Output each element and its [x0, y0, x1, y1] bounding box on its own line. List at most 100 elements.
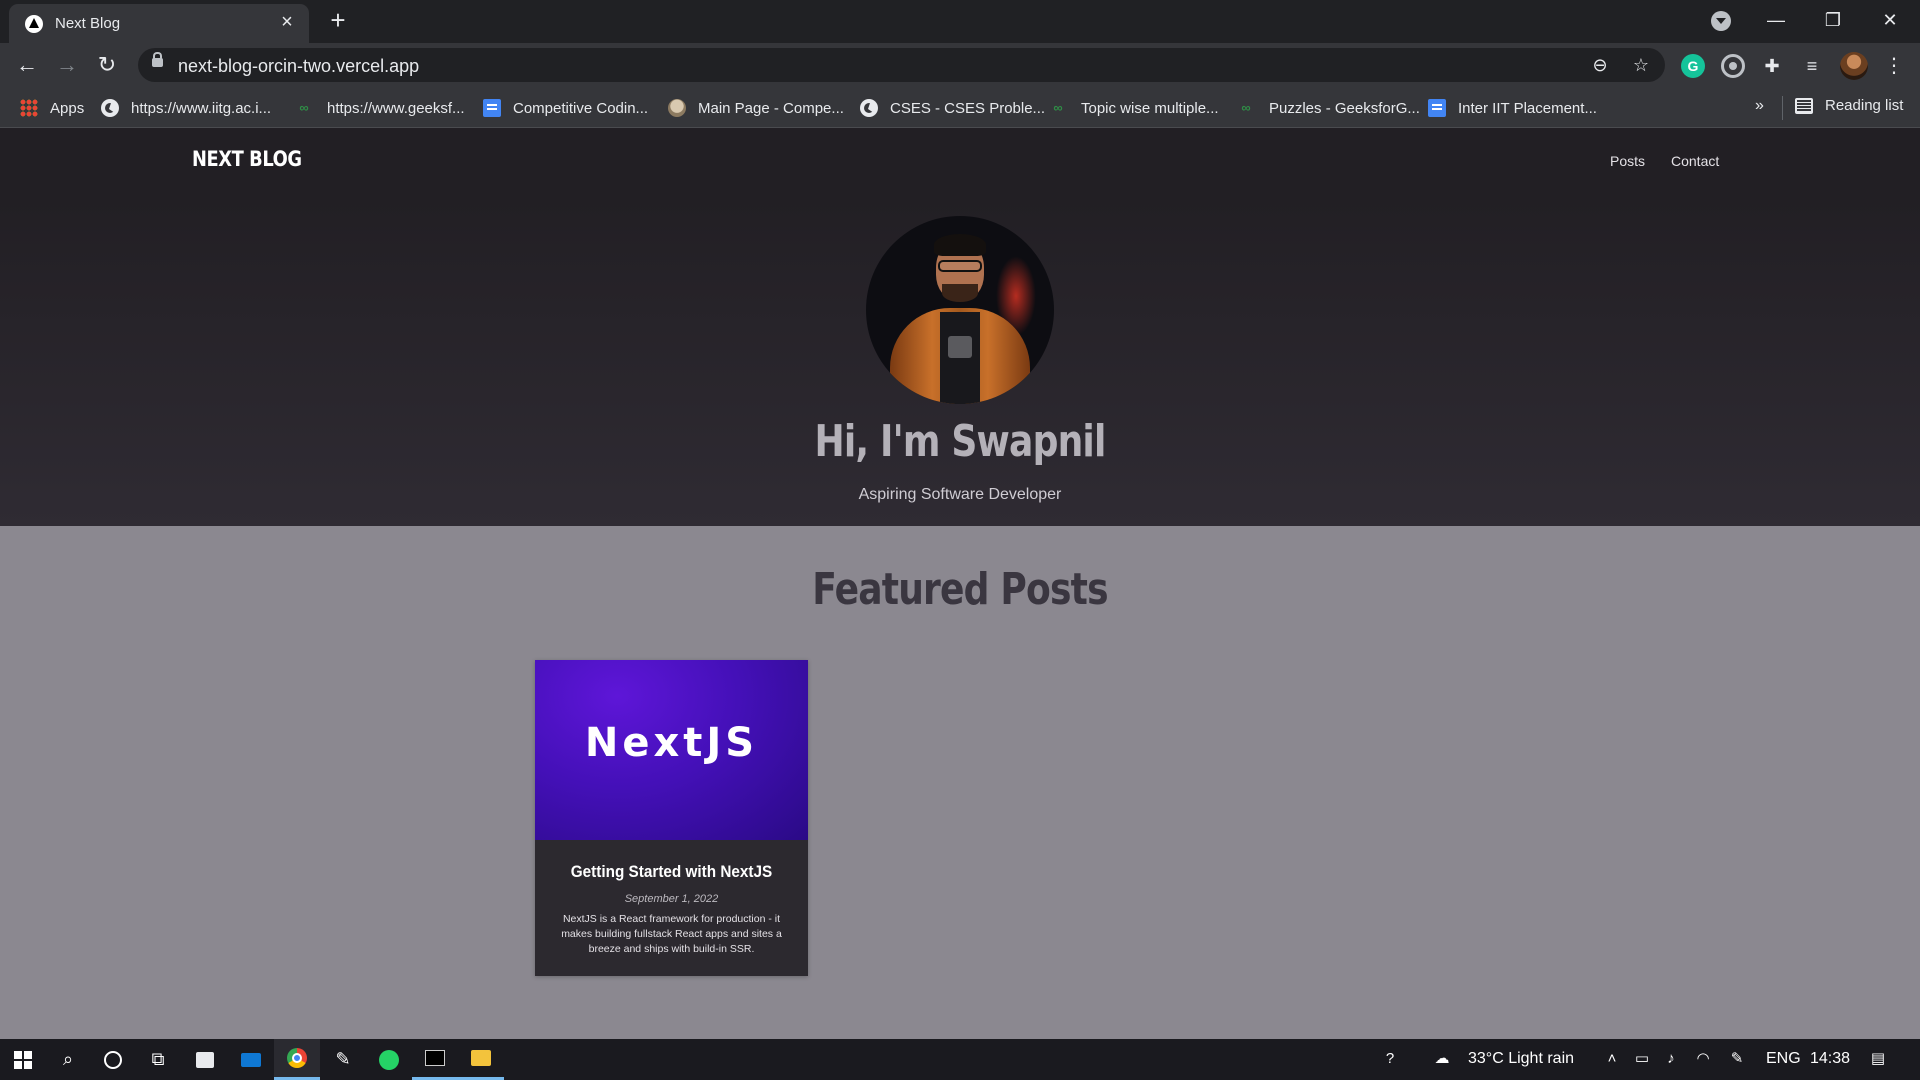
chrome-icon	[287, 1048, 307, 1068]
hero-subtitle: Aspiring Software Developer	[858, 486, 1062, 503]
task-view-button[interactable]: ⧉	[135, 1039, 181, 1080]
bookmark-puzzles[interactable]: ∞ Puzzles - GeeksforG...	[1235, 97, 1420, 119]
start-button[interactable]	[0, 1039, 46, 1080]
back-button[interactable]: ←	[13, 51, 41, 79]
search-button[interactable]: ⌕	[45, 1039, 91, 1080]
cortana-icon	[104, 1050, 122, 1069]
url-text[interactable]: next-blog-orcin-two.vercel.app	[178, 56, 419, 77]
bookmark-star-icon[interactable]: ☆	[1630, 54, 1652, 76]
nav-contact-link[interactable]: Contact	[1671, 153, 1719, 169]
apps-grid-icon	[20, 99, 38, 117]
bookmark-main-page[interactable]: Main Page - Compe...	[668, 97, 844, 119]
folder-icon	[471, 1050, 491, 1066]
language-indicator[interactable]: ENG	[1766, 1050, 1801, 1068]
post-card[interactable]: NextJS Getting Started with NextJS Septe…	[535, 660, 808, 976]
task-view-icon: ⧉	[151, 1049, 165, 1069]
browser-toolbar: ← → ↻ next-blog-orcin-two.vercel.app ⊖ ☆…	[0, 43, 1920, 88]
bookmark-apps[interactable]: Apps	[20, 97, 84, 119]
bookmark-label: https://www.iitg.ac.i...	[131, 99, 272, 117]
globe-icon	[860, 99, 878, 117]
post-card-title[interactable]: Getting Started with NextJS	[549, 862, 795, 882]
terminal-icon	[425, 1050, 445, 1066]
post-card-image[interactable]: NextJS	[535, 660, 808, 840]
volume-icon[interactable]: ♪	[1661, 1049, 1681, 1069]
taskbar-terminal[interactable]	[412, 1039, 458, 1080]
extensions-puzzle-icon[interactable]: ✚	[1760, 54, 1784, 78]
bookmarks-overflow-button[interactable]: »	[1755, 97, 1764, 115]
tab-close-icon[interactable]: ×	[277, 12, 297, 32]
bookmark-cses[interactable]: CSES - CSES Proble...	[860, 97, 1045, 119]
notifications-icon[interactable]: ▤	[1868, 1049, 1888, 1069]
address-bar[interactable]: next-blog-orcin-two.vercel.app ⊖ ☆	[138, 48, 1665, 82]
taskbar-whatsapp[interactable]	[366, 1039, 412, 1080]
chrome-menu-icon[interactable]: ⋮	[1884, 53, 1904, 79]
bookmark-topic-wise[interactable]: ∞ Topic wise multiple...	[1047, 97, 1219, 119]
nav-posts-link[interactable]: Posts	[1610, 153, 1645, 169]
featured-posts-heading: Featured Posts	[812, 564, 1108, 615]
doc-icon	[1428, 99, 1446, 117]
whatsapp-icon	[379, 1049, 399, 1070]
help-icon[interactable]: ?	[1380, 1049, 1400, 1069]
vercel-favicon-icon	[25, 15, 43, 33]
lock-icon[interactable]	[152, 52, 163, 67]
tab-search-icon[interactable]	[1711, 11, 1731, 31]
post-card-date: September 1, 2022	[624, 893, 719, 905]
bookmark-competitive-coding[interactable]: Competitive Codin...	[483, 97, 648, 119]
weather-cloud-icon[interactable]: ☁	[1432, 1049, 1452, 1069]
doc-icon	[483, 99, 501, 117]
bookmark-label: Puzzles - GeeksforG...	[1269, 99, 1420, 117]
bookmark-geeksforgeeks[interactable]: ∞ https://www.geeksf...	[293, 97, 465, 119]
bookmark-label: CSES - CSES Proble...	[890, 99, 1046, 117]
mail-icon	[241, 1052, 261, 1067]
bookmark-label: Topic wise multiple...	[1081, 99, 1219, 117]
post-card-excerpt: NextJS is a React framework for producti…	[561, 913, 782, 955]
close-window-button[interactable]: ✕	[1868, 4, 1912, 36]
photo-beard	[942, 284, 978, 302]
app-icon: ✎	[335, 1049, 351, 1069]
wiki-icon	[668, 99, 686, 117]
restore-button[interactable]: ❐	[1811, 4, 1855, 36]
reading-list-icon	[1795, 97, 1813, 114]
globe-icon	[101, 99, 119, 117]
zoom-icon[interactable]: ⊖	[1589, 54, 1611, 76]
bookmark-inter-iit[interactable]: Inter IIT Placement...	[1428, 97, 1597, 119]
new-tab-button[interactable]: +	[325, 7, 351, 34]
media-control-icon[interactable]: ≡	[1800, 54, 1824, 78]
taskbar-file-explorer[interactable]	[458, 1039, 504, 1080]
windows-logo-icon	[14, 1050, 32, 1069]
taskbar-app[interactable]: ✎	[320, 1039, 366, 1080]
profile-avatar[interactable]	[1840, 52, 1868, 80]
reload-button[interactable]: ↻	[93, 51, 121, 79]
browser-tabstrip: Next Blog × + — ❐ ✕	[0, 0, 1920, 43]
clock[interactable]: 14:38	[1810, 1050, 1850, 1068]
pen-icon[interactable]: ✎	[1727, 1049, 1747, 1069]
reading-list-button[interactable]: Reading list	[1795, 97, 1903, 114]
photo-glasses	[938, 260, 982, 272]
taskbar-chrome[interactable]	[274, 1039, 320, 1080]
show-hidden-icons-icon[interactable]: ˄	[1602, 1049, 1622, 1069]
extension-ring-icon[interactable]	[1721, 54, 1745, 78]
bookmark-label: https://www.geeksf...	[327, 99, 465, 117]
grammarly-extension-icon[interactable]: G	[1681, 54, 1705, 78]
reading-list-label: Reading list	[1825, 97, 1904, 114]
tab-title: Next Blog	[55, 15, 121, 32]
bookmark-iitg[interactable]: https://www.iitg.ac.i...	[101, 97, 271, 119]
weather-text[interactable]: 33°C Light rain	[1468, 1050, 1574, 1068]
bookmark-label: Main Page - Compe...	[698, 99, 844, 117]
taskbar-mail[interactable]	[228, 1039, 274, 1080]
taskbar-store[interactable]	[182, 1039, 228, 1080]
gfg-icon: ∞	[1241, 100, 1251, 115]
bookmark-label: Inter IIT Placement...	[1458, 99, 1597, 117]
store-icon	[196, 1051, 214, 1068]
bookmark-label: Apps	[50, 99, 85, 117]
cortana-button[interactable]	[90, 1039, 136, 1080]
minimize-button[interactable]: —	[1754, 4, 1798, 36]
browser-tab-active[interactable]: Next Blog ×	[9, 4, 309, 43]
forward-button[interactable]: →	[53, 51, 81, 79]
site-header: NEXT BLOG Posts Contact	[0, 128, 1920, 198]
wifi-icon[interactable]: ◠	[1693, 1049, 1713, 1069]
bookmark-label: Competitive Codin...	[513, 99, 649, 117]
gfg-icon: ∞	[1053, 100, 1063, 115]
battery-icon[interactable]: ▭	[1632, 1049, 1652, 1069]
site-logo[interactable]: NEXT BLOG	[192, 147, 302, 171]
